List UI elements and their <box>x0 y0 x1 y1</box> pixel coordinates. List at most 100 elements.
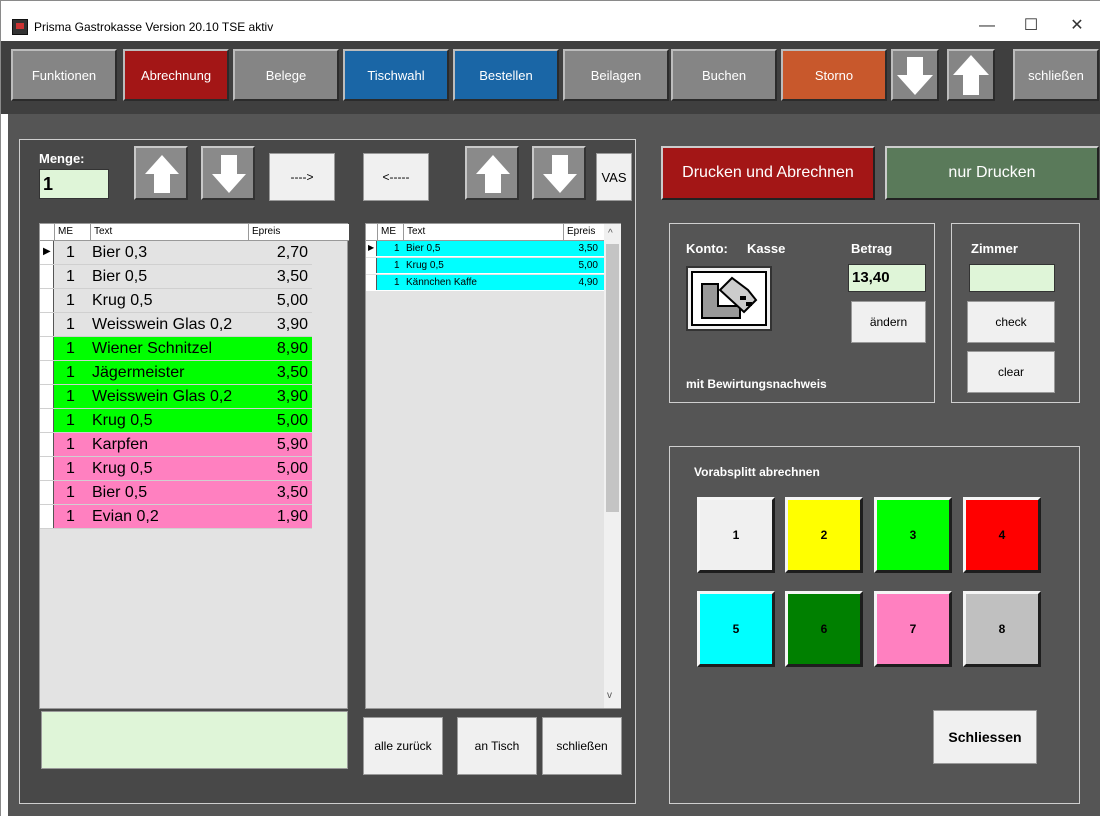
scroll-up-icon[interactable]: ^ <box>608 228 613 239</box>
current-row-icon: ▶ <box>43 246 51 257</box>
split-button-1[interactable]: 1 <box>697 497 775 573</box>
row-selector[interactable] <box>40 337 54 360</box>
bestellen-button[interactable]: Bestellen <box>453 49 559 101</box>
row-text: Krug 0,5 <box>92 292 153 309</box>
row-selector[interactable] <box>40 481 54 504</box>
arrow-up-button[interactable] <box>947 49 995 101</box>
nur-drucken-button[interactable]: nur Drucken <box>885 146 1099 200</box>
order-row[interactable]: 1 Krug 0,5 5,00 <box>40 457 312 481</box>
row-price: 5,00 <box>276 292 308 309</box>
order-row[interactable]: 1 Karpfen 5,90 <box>40 433 312 457</box>
col-me: ME <box>54 224 90 240</box>
betrag-label: Betrag <box>851 241 893 256</box>
row-selector[interactable] <box>40 505 54 528</box>
move-up-right-button[interactable] <box>465 146 519 200</box>
row-selector[interactable] <box>366 275 377 290</box>
move-up-left-button[interactable] <box>134 146 188 200</box>
buchen-button[interactable]: Buchen <box>671 49 777 101</box>
alle-zurueck-button[interactable]: alle zurück <box>363 717 443 775</box>
move-left-button[interactable]: <----- <box>363 153 429 201</box>
schliessen-split-button[interactable]: schließen <box>542 717 622 775</box>
order-row[interactable]: 1 Bier 0,5 3,50 <box>40 481 312 505</box>
row-selector[interactable] <box>40 361 54 384</box>
scroll-thumb[interactable] <box>606 244 619 512</box>
split-button-6[interactable]: 6 <box>785 591 863 667</box>
arrow-down-icon <box>212 155 246 193</box>
vas-button[interactable]: VAS <box>596 153 632 201</box>
split-button-4[interactable]: 4 <box>963 497 1041 573</box>
order-row[interactable]: ▶ 1 Bier 0,3 2,70 <box>40 241 312 265</box>
current-row-icon: ▶ <box>368 243 375 252</box>
split-scrollbar[interactable]: ^ v <box>604 224 621 708</box>
clear-button[interactable]: clear <box>967 351 1055 393</box>
order-row[interactable]: 1 Bier 0,5 3,50 <box>40 265 312 289</box>
order-row[interactable]: 1 Evian 0,2 1,90 <box>40 505 312 529</box>
maximize-button[interactable]: ☐ <box>1011 14 1051 38</box>
order-row[interactable]: 1 Krug 0,5 5,00 <box>40 289 312 313</box>
row-text: Bier 0,5 <box>92 484 148 501</box>
split-button-7[interactable]: 7 <box>874 591 952 667</box>
row-selector[interactable] <box>40 433 54 456</box>
abrechnung-button[interactable]: Abrechnung <box>123 49 229 101</box>
row-text: Bier 0,5 <box>92 268 148 285</box>
row-selector[interactable] <box>40 289 54 312</box>
vorab-label: Vorabsplitt abrechnen <box>694 465 820 479</box>
scroll-down-icon[interactable]: v <box>607 690 612 701</box>
row-selector[interactable] <box>40 265 54 288</box>
row-selector[interactable] <box>40 385 54 408</box>
row-selector[interactable]: ▶ <box>40 241 54 264</box>
split-row[interactable]: ▶ 1 Bier 0,5 3,50 <box>366 241 604 257</box>
order-row[interactable]: 1 Krug 0,5 5,00 <box>40 409 312 433</box>
arrow-down-button[interactable] <box>891 49 939 101</box>
konto-value: Kasse <box>747 241 786 256</box>
order-grid[interactable]: ME Text Epreis ▶ 1 Bier 0,3 2,70 1 Bier 0,5 3,… <box>39 223 349 709</box>
order-row[interactable]: 1 Wiener Schnitzel 8,90 <box>40 337 312 361</box>
check-button[interactable]: check <box>967 301 1055 343</box>
row-selector[interactable] <box>40 313 54 336</box>
close-window-button[interactable]: ✕ <box>1057 14 1097 38</box>
order-row[interactable]: 1 Jägermeister 3,50 <box>40 361 312 385</box>
storno-button[interactable]: Storno <box>781 49 887 101</box>
row-price: 5,00 <box>276 460 308 477</box>
schliessen-button[interactable]: Schliessen <box>933 710 1037 764</box>
row-me: 1 <box>394 277 400 288</box>
order-row[interactable]: 1 Weisswein Glas 0,2 3,90 <box>40 313 312 337</box>
beilagen-button[interactable]: Beilagen <box>563 49 669 101</box>
row-selector[interactable] <box>366 258 377 273</box>
an-tisch-button[interactable]: an Tisch <box>457 717 537 775</box>
left-edge <box>1 114 8 816</box>
col-text: Text <box>90 224 248 240</box>
schliessen-toolbar-button[interactable]: schließen <box>1013 49 1099 101</box>
row-selector[interactable]: ▶ <box>366 241 377 256</box>
row-text: Bier 0,5 <box>406 243 441 254</box>
split-button-5[interactable]: 5 <box>697 591 775 667</box>
tischwahl-button[interactable]: Tischwahl <box>343 49 449 101</box>
funktionen-button[interactable]: Funktionen <box>11 49 117 101</box>
minimize-button[interactable]: — <box>967 14 1007 38</box>
belege-button[interactable]: Belege <box>233 49 339 101</box>
row-price: 2,70 <box>276 244 308 261</box>
aendern-button[interactable]: ändern <box>851 301 926 343</box>
move-right-button[interactable]: ----> <box>269 153 335 201</box>
row-selector[interactable] <box>40 409 54 432</box>
split-button-3[interactable]: 3 <box>874 497 952 573</box>
move-down-left-button[interactable] <box>201 146 255 200</box>
row-price: 3,90 <box>276 316 308 333</box>
row-price: 3,50 <box>578 243 598 254</box>
order-row[interactable]: 1 Weisswein Glas 0,2 3,90 <box>40 385 312 409</box>
menge-input[interactable]: 1 <box>39 169 109 199</box>
split-row[interactable]: 1 Kännchen Kaffe 4,90 <box>366 275 604 291</box>
cash-register-icon[interactable] <box>686 266 772 331</box>
drucken-abrechnen-button[interactable]: Drucken und Abrechnen <box>661 146 875 200</box>
zimmer-field[interactable] <box>969 264 1055 292</box>
row-price: 1,90 <box>276 508 308 525</box>
split-button-2[interactable]: 2 <box>785 497 863 573</box>
app-window: Prisma Gastrokasse Version 20.10 TSE akt… <box>0 0 1100 816</box>
split-button-8[interactable]: 8 <box>963 591 1041 667</box>
move-down-right-button[interactable] <box>532 146 586 200</box>
row-selector[interactable] <box>40 457 54 480</box>
betrag-field[interactable]: 13,40 <box>848 264 926 292</box>
split-grid[interactable]: ME Text Epreis ▶ 1 Bier 0,5 3,50 1 Krug 0,5 5,… <box>365 223 621 709</box>
split-row[interactable]: 1 Krug 0,5 5,00 <box>366 258 604 274</box>
row-price: 3,50 <box>276 364 308 381</box>
